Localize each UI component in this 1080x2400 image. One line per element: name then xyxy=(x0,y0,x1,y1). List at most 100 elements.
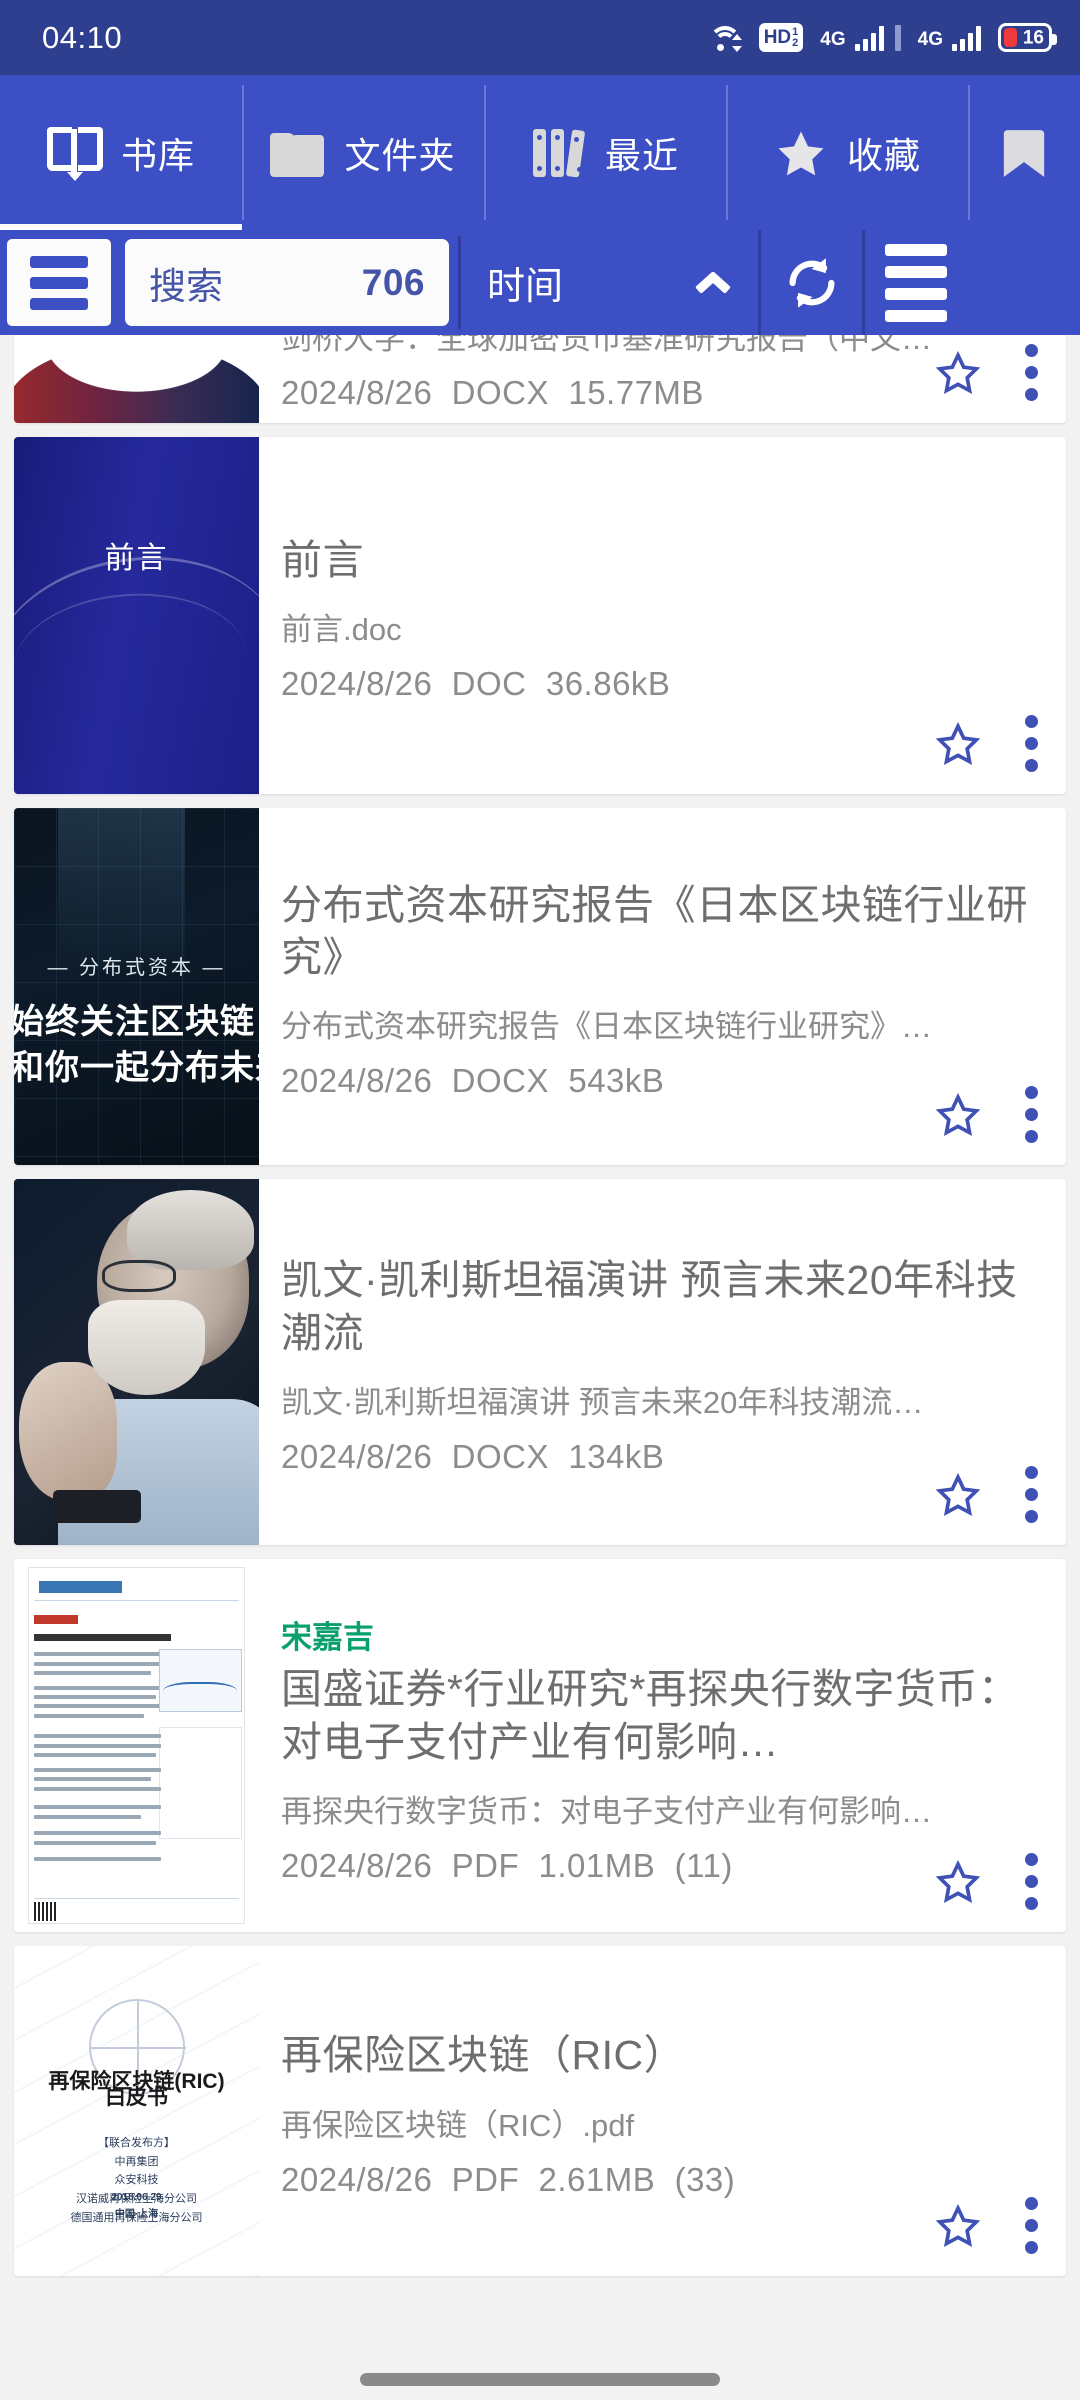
tab-folders[interactable]: 文件夹 xyxy=(242,75,484,230)
battery-level: 16 xyxy=(1022,27,1044,48)
document-info: 2024/8/26 PDF 1.01MB (11) xyxy=(281,1847,1042,1885)
result-count: 706 xyxy=(361,261,425,303)
tab-library[interactable]: 书库 xyxy=(0,75,242,230)
more-vertical-icon[interactable] xyxy=(1015,711,1048,776)
star-outline-icon[interactable] xyxy=(935,1859,981,1904)
document-pages: (33) xyxy=(674,2160,736,2198)
tab-favorites[interactable]: 收藏 xyxy=(726,75,968,230)
hd-sup: 1 xyxy=(792,25,799,38)
archive-icon xyxy=(531,127,587,179)
bookmark-icon xyxy=(1002,125,1046,181)
document-title: 再保险区块链（RIC） xyxy=(281,2032,686,2079)
status-clock: 04:10 xyxy=(42,19,123,55)
tab-favorites-label: 收藏 xyxy=(846,134,921,176)
document-info: 2024/8/26 DOCX 15.77MB xyxy=(281,374,1042,412)
row-actions xyxy=(935,1849,1048,1914)
view-mode-button[interactable] xyxy=(862,230,966,335)
document-size: 2.61MB xyxy=(538,2160,656,2198)
thumb-line1: 始终关注区块链 xyxy=(14,1002,255,1041)
row-actions xyxy=(935,711,1048,776)
document-filename: 分布式资本研究报告《日本区块链行业研究》… xyxy=(281,1009,932,1045)
list-lines-icon xyxy=(884,243,947,322)
more-vertical-icon[interactable] xyxy=(1015,1082,1048,1147)
star-icon xyxy=(773,127,829,179)
sim2-bars xyxy=(952,25,981,51)
row-actions xyxy=(935,1082,1048,1147)
sim2-network-label: 4G xyxy=(917,28,943,50)
star-outline-icon[interactable] xyxy=(935,721,981,766)
distributed-capital-cover: — 分布式资本 — 始终关注区块链 和你一起分布未来 xyxy=(14,808,259,1165)
hd-sub: 2 xyxy=(792,36,799,49)
kevin-kelly-photo xyxy=(14,1179,259,1545)
qianyan-cover: 前言 xyxy=(14,437,259,794)
tab-bar: 书库 文件夹 最近 收藏 xyxy=(0,75,1080,230)
hd-voice-icon: HD 1 2 xyxy=(758,23,804,52)
table-row[interactable]: 前言 前言 前言.doc 2024/8/26 DOC 36.86kB xyxy=(14,437,1066,794)
table-row[interactable]: 报告（中文版） 剑桥大学：全球加密货币基准研究报告（中文… 2024/8/26 … xyxy=(14,335,1066,423)
signal-sim1: 4G xyxy=(820,24,901,51)
document-filename: 前言.doc xyxy=(281,612,402,648)
thumb-title-2: 白皮书 xyxy=(105,2086,168,2110)
document-size: 36.86kB xyxy=(545,665,671,703)
document-author: 宋嘉吉 xyxy=(281,1620,374,1656)
document-format: PDF xyxy=(451,1846,520,1884)
hd-label: HD xyxy=(763,27,792,48)
thumb-caption: — 分布式资本 — xyxy=(47,956,226,979)
more-vertical-icon[interactable] xyxy=(1015,1849,1048,1914)
row-actions xyxy=(935,340,1048,405)
refresh-button[interactable] xyxy=(758,230,862,335)
more-vertical-icon[interactable] xyxy=(1015,2193,1048,2258)
document-info: 2024/8/26 DOCX 134kB xyxy=(281,1438,1042,1476)
toolbar: 搜索 706 时间 xyxy=(0,230,1080,335)
battery-icon: 16 xyxy=(998,23,1057,52)
sim1-bars xyxy=(854,25,884,51)
guosheng-report-cover xyxy=(14,1559,259,1932)
document-filename: 再探央行数字货币：对电子支付产业有何影响… xyxy=(281,1793,932,1829)
document-title: 前言 xyxy=(281,536,364,583)
row-actions xyxy=(935,1462,1048,1527)
more-vertical-icon[interactable] xyxy=(1015,1462,1048,1527)
star-outline-icon[interactable] xyxy=(935,350,981,395)
star-outline-icon[interactable] xyxy=(935,1472,981,1517)
sort-label: 时间 xyxy=(487,266,564,308)
sim1-network-label: 4G xyxy=(820,28,846,50)
gesture-bar[interactable] xyxy=(360,2373,720,2386)
tab-bookmarks[interactable] xyxy=(968,75,1080,230)
chevron-up-icon xyxy=(696,272,730,294)
ric-whitepaper-cover: 再保险区块链(RIC) 白皮书 【联合发布方】 中再集团 众安科技 汉诺威再保险上海分… xyxy=(14,1946,259,2276)
document-size: 1.01MB xyxy=(538,1846,656,1884)
document-date: 2024/8/26 xyxy=(281,2160,433,2198)
document-size: 543kB xyxy=(568,1062,665,1100)
document-pages: (11) xyxy=(674,1846,733,1884)
hamburger-icon[interactable] xyxy=(4,236,114,329)
document-title: 凯文·凯利斯坦福演讲 预言未来20年科技潮流 xyxy=(281,1257,1018,1356)
document-date: 2024/8/26 xyxy=(281,1437,433,1475)
document-size: 15.77MB xyxy=(568,373,704,411)
table-row[interactable]: 宋嘉吉 国盛证券*行业研究*再探央行数字货币：对电子支付产业有何影响… 再探央行… xyxy=(14,1559,1066,1932)
document-format: PDF xyxy=(451,2160,520,2198)
table-row[interactable]: 再保险区块链(RIC) 白皮书 【联合发布方】 中再集团 众安科技 汉诺威再保险上海分… xyxy=(14,1946,1066,2276)
document-title: 分布式资本研究报告《日本区块链行业研究》 xyxy=(281,881,1028,980)
search-input[interactable]: 搜索 706 xyxy=(122,236,452,329)
document-filename: 再保险区块链（RIC）.pdf xyxy=(281,2107,635,2143)
wifi-icon xyxy=(708,24,742,52)
document-list[interactable]: 报告（中文版） 剑桥大学：全球加密货币基准研究报告（中文… 2024/8/26 … xyxy=(0,335,1080,2400)
refresh-icon xyxy=(781,252,843,314)
document-format: DOCX xyxy=(451,373,549,411)
tab-recent[interactable]: 最近 xyxy=(484,75,726,230)
cambridge-cover xyxy=(14,335,259,423)
document-date: 2024/8/26 xyxy=(281,1062,433,1100)
status-icons: HD 1 2 4G 4G 16 xyxy=(708,23,1057,52)
sort-selector[interactable]: 时间 xyxy=(458,236,758,329)
table-row[interactable]: 凯文·凯利斯坦福演讲 预言未来20年科技潮流 凯文·凯利斯坦福演讲 预言未来20… xyxy=(14,1179,1066,1545)
more-vertical-icon[interactable] xyxy=(1015,340,1048,405)
table-row[interactable]: — 分布式资本 — 始终关注区块链 和你一起分布未来 分布式资本研究报告《日本区… xyxy=(14,808,1066,1165)
document-filename: 凯文·凯利斯坦福演讲 预言未来20年科技潮流… xyxy=(281,1384,924,1420)
document-format: DOC xyxy=(451,665,527,703)
document-title: 国盛证券*行业研究*再探央行数字货币：对电子支付产业有何影响… xyxy=(281,1666,1020,1765)
document-info: 2024/8/26 DOCX 543kB xyxy=(281,1062,1042,1100)
star-outline-icon[interactable] xyxy=(935,2203,981,2248)
thumb-line2: 和你一起分布未来 xyxy=(14,1049,259,1088)
document-filename: 剑桥大学：全球加密货币基准研究报告（中文… xyxy=(281,335,932,356)
star-outline-icon[interactable] xyxy=(935,1092,981,1137)
